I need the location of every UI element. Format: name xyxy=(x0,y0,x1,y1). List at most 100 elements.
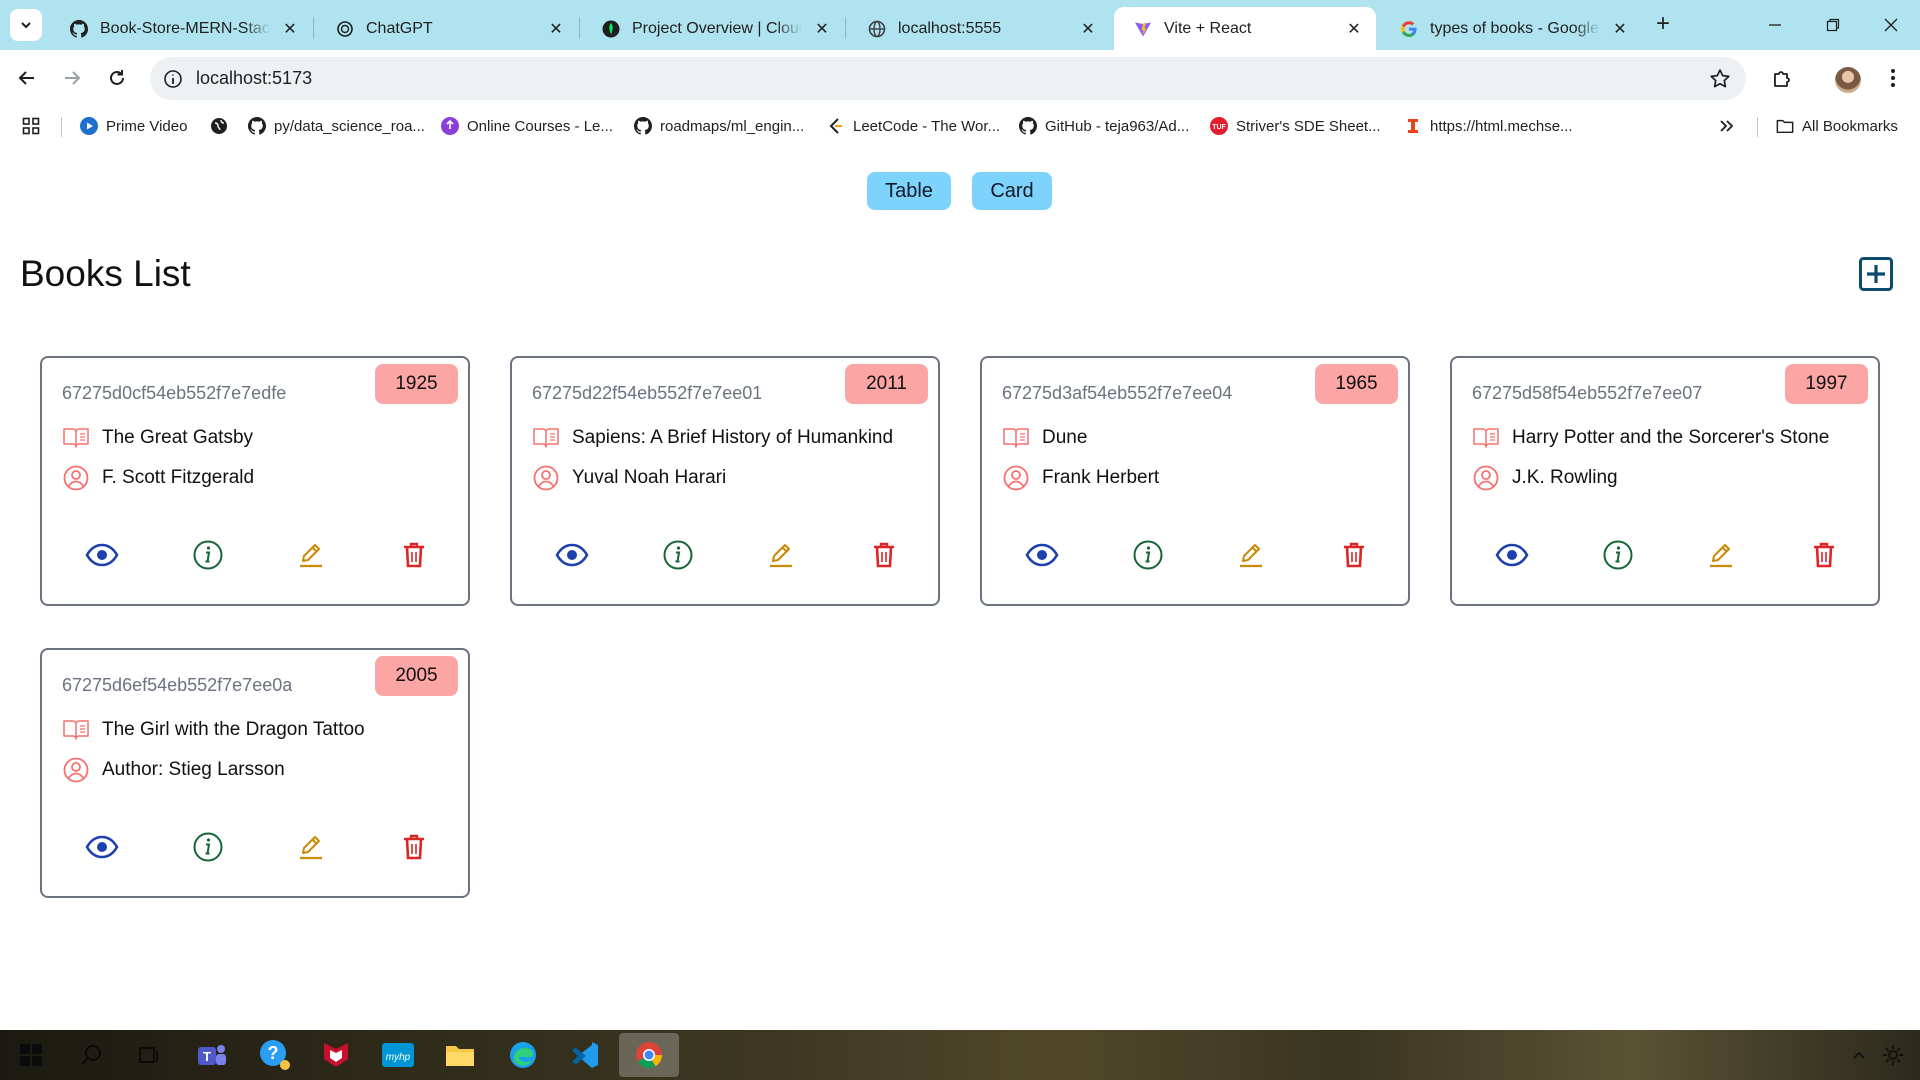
bookmark-item[interactable]: GitHub - teja963/Ad... xyxy=(1019,115,1189,137)
bookmark-label: Striver's SDE Sheet... xyxy=(1236,117,1381,135)
chrome-icon[interactable] xyxy=(619,1033,679,1077)
tab-title: Project Overview | Cloud: M xyxy=(632,19,802,37)
help-icon[interactable]: ? xyxy=(258,1038,292,1072)
book-card: 1997 67275d58f54eb552f7e7ee07 Harry Pott… xyxy=(1450,356,1880,606)
add-book-icon[interactable] xyxy=(1858,256,1894,292)
close-icon[interactable]: ✕ xyxy=(1078,19,1098,39)
vscode-icon[interactable] xyxy=(568,1038,602,1072)
close-icon[interactable]: ✕ xyxy=(546,19,566,39)
book-title-row: Harry Potter and the Sorcerer's Stone xyxy=(1472,424,1829,452)
info-icon[interactable] xyxy=(661,538,695,572)
prime-video-icon xyxy=(80,117,98,135)
edit-pencil-icon[interactable] xyxy=(1704,538,1738,572)
bookmark-item[interactable]: py/data_science_roa... xyxy=(248,115,425,137)
bookmark-item[interactable]: Online Courses - Le... xyxy=(441,115,613,137)
mcafee-icon[interactable] xyxy=(319,1038,353,1072)
extensions-button[interactable] xyxy=(1766,62,1798,94)
user-circle-icon xyxy=(532,464,560,492)
close-icon[interactable]: ✕ xyxy=(1610,19,1630,39)
github-icon xyxy=(248,117,266,135)
edit-pencil-icon[interactable] xyxy=(1234,538,1268,572)
info-icon[interactable] xyxy=(1131,538,1165,572)
forward-button[interactable] xyxy=(56,62,88,94)
view-details-icon[interactable] xyxy=(1025,538,1059,572)
apps-button[interactable] xyxy=(22,115,40,137)
restore-icon[interactable] xyxy=(1819,12,1847,38)
new-tab-button[interactable]: + xyxy=(1649,12,1677,37)
year-badge: 1925 xyxy=(375,364,458,404)
vite-icon xyxy=(1134,20,1152,38)
book-author: Yuval Noah Harari xyxy=(572,467,727,488)
book-card: 1925 67275d0cf54eb552f7e7edfe The Great … xyxy=(40,356,470,606)
browser-tab[interactable]: Project Overview | Cloud: M ✕ xyxy=(582,7,844,50)
settings-gear-icon[interactable] xyxy=(1876,1038,1910,1072)
view-details-icon[interactable] xyxy=(85,830,119,864)
browser-tab[interactable]: Book-Store-MERN-Stack/b ✕ xyxy=(50,7,312,50)
all-bookmarks-button[interactable]: All Bookmarks xyxy=(1776,115,1898,137)
tab-search-button[interactable] xyxy=(10,9,42,41)
edit-pencil-icon[interactable] xyxy=(294,830,328,864)
view-details-icon[interactable] xyxy=(555,538,589,572)
browser-menu-button[interactable] xyxy=(1877,62,1909,94)
info-icon[interactable] xyxy=(191,538,225,572)
file-explorer-icon[interactable] xyxy=(443,1038,477,1072)
bookmark-label: roadmaps/ml_engin... xyxy=(660,117,805,135)
windows-taskbar: T ? myhp xyxy=(0,1030,1920,1080)
book-card: 1965 67275d3af54eb552f7e7ee04 Dune Frank… xyxy=(980,356,1410,606)
search-icon[interactable] xyxy=(74,1038,108,1072)
bookmark-item[interactable]: Prime Video xyxy=(80,115,187,137)
book-author: Author: Stieg Larsson xyxy=(102,759,285,780)
browser-tab-active[interactable]: Vite + React ✕ xyxy=(1114,7,1376,50)
delete-trash-icon[interactable] xyxy=(1337,538,1371,572)
teams-icon[interactable]: T xyxy=(195,1038,229,1072)
chevron-up-icon[interactable] xyxy=(1842,1038,1876,1072)
delete-trash-icon[interactable] xyxy=(867,538,901,572)
address-url[interactable]: localhost:5173 xyxy=(196,68,312,89)
table-view-button[interactable]: Table xyxy=(867,172,951,210)
book-title: Sapiens: A Brief History of Humankind xyxy=(572,427,894,448)
book-title-row: Dune xyxy=(1002,424,1087,452)
bookmark-item[interactable]: https://html.mechse... xyxy=(1404,115,1573,137)
google-icon xyxy=(1400,20,1418,38)
view-details-icon[interactable] xyxy=(85,538,119,572)
info-icon[interactable] xyxy=(1601,538,1635,572)
edit-pencil-icon[interactable] xyxy=(764,538,798,572)
book-author-row: Author: Stieg Larsson xyxy=(62,756,285,784)
browser-tab[interactable]: ChatGPT ✕ xyxy=(316,7,578,50)
close-icon[interactable]: ✕ xyxy=(1344,19,1364,39)
user-circle-icon xyxy=(62,464,90,492)
close-window-icon[interactable] xyxy=(1877,12,1905,38)
card-view-button[interactable]: Card xyxy=(972,172,1052,210)
edge-icon[interactable] xyxy=(506,1038,540,1072)
book-title: Dune xyxy=(1042,427,1088,448)
bookmark-star-icon[interactable] xyxy=(1708,67,1732,91)
browser-tab[interactable]: localhost:5555 ✕ xyxy=(848,7,1110,50)
info-circle-icon[interactable] xyxy=(162,68,184,90)
myhp-icon[interactable]: myhp xyxy=(381,1038,415,1072)
bookmark-item[interactable] xyxy=(210,115,236,137)
close-icon[interactable]: ✕ xyxy=(812,19,832,39)
task-view-icon[interactable] xyxy=(132,1038,166,1072)
windows-start-icon[interactable] xyxy=(14,1038,48,1072)
delete-trash-icon[interactable] xyxy=(397,538,431,572)
more-bookmarks-button[interactable] xyxy=(1718,115,1734,137)
minimize-icon[interactable] xyxy=(1761,12,1789,38)
profile-avatar[interactable] xyxy=(1835,67,1861,93)
info-icon[interactable] xyxy=(191,830,225,864)
delete-trash-icon[interactable] xyxy=(397,830,431,864)
bookmark-item[interactable]: TUF Striver's SDE Sheet... xyxy=(1210,115,1381,137)
address-bar[interactable]: localhost:5173 xyxy=(150,57,1746,100)
back-button[interactable] xyxy=(11,62,43,94)
year-badge: 2005 xyxy=(375,656,458,696)
delete-trash-icon[interactable] xyxy=(1807,538,1841,572)
browser-tab[interactable]: types of books - Google Se ✕ xyxy=(1380,7,1642,50)
close-icon[interactable]: ✕ xyxy=(280,19,300,39)
chatgpt-icon xyxy=(336,20,354,38)
bookmark-item[interactable]: roadmaps/ml_engin... xyxy=(634,115,804,137)
bookmark-item[interactable]: LeetCode - The Wor... xyxy=(827,115,1000,137)
user-circle-icon xyxy=(1472,464,1500,492)
reload-button[interactable] xyxy=(101,62,133,94)
edit-pencil-icon[interactable] xyxy=(294,538,328,572)
book-title-row: The Great Gatsby xyxy=(62,424,253,452)
view-details-icon[interactable] xyxy=(1495,538,1529,572)
